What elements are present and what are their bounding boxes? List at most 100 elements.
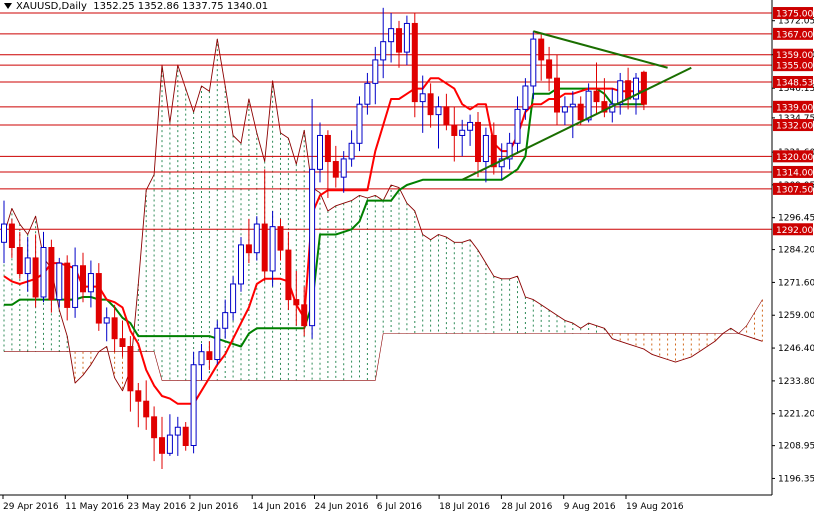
x-tick-label: 19 Aug 2016 <box>626 502 684 512</box>
candle-bull <box>222 299 229 339</box>
candle-body <box>87 273 94 293</box>
candle-bear <box>396 20 402 68</box>
candle-bull <box>403 15 410 66</box>
level-price-tag: 1320.00 <box>773 150 813 163</box>
candle-bear <box>111 304 118 352</box>
candle-body <box>451 124 458 136</box>
candle-body <box>403 22 410 53</box>
candle-body <box>348 142 355 160</box>
candle-bear <box>206 341 213 370</box>
candle-body <box>174 426 181 436</box>
candle-body <box>16 247 23 275</box>
candle-bull <box>56 257 63 308</box>
candle-bull <box>72 247 79 318</box>
candle-body <box>40 247 47 298</box>
candle-body <box>522 85 529 110</box>
level-price-tag: 1292.00 <box>773 223 813 236</box>
candle-body <box>95 273 102 324</box>
senkou-span-a-line <box>3 38 763 392</box>
candle-body <box>56 262 63 301</box>
candle-bull <box>617 72 624 115</box>
candle-bear <box>625 67 632 110</box>
level-tag-label: 1339.00 <box>776 103 813 113</box>
candle-body <box>546 59 553 79</box>
level-price-tag: 1375.00 <box>773 7 813 20</box>
candle-body <box>214 327 221 361</box>
candle-bull <box>482 127 489 183</box>
y-tick-label: 1259.00 <box>778 311 814 321</box>
level-tag-label: 1292.00 <box>776 226 813 236</box>
collapse-triangle-icon[interactable] <box>4 2 12 9</box>
candle-bear <box>451 106 458 162</box>
candle-bear <box>538 33 545 81</box>
candle-body <box>159 437 165 454</box>
candle-bear <box>16 231 23 279</box>
candle-body <box>538 38 545 61</box>
candle-bull <box>348 130 355 167</box>
candle-bull <box>435 96 442 149</box>
level-price-tag: 1348.53 <box>773 75 813 88</box>
candle-body <box>8 223 15 248</box>
candle-body <box>396 28 402 53</box>
candle-body <box>111 317 118 340</box>
candle-body <box>190 364 197 447</box>
level-price-tag: 1307.50 <box>773 182 813 195</box>
candle-bear <box>159 416 165 469</box>
candle-body <box>261 223 268 272</box>
level-tag-label: 1307.50 <box>776 185 813 195</box>
candle-body <box>151 416 158 439</box>
candle-bull <box>166 414 173 456</box>
x-tick-label: 14 Jun 2016 <box>252 502 306 512</box>
y-tick-label: 1271.60 <box>778 278 814 288</box>
level-price-tag: 1355.00 <box>773 59 813 72</box>
candle-bear <box>285 231 292 311</box>
candle-bear <box>151 406 158 462</box>
candle-body <box>222 312 229 329</box>
x-tick-label: 18 Jul 2016 <box>439 502 490 512</box>
candle-body <box>640 71 647 105</box>
candle-body <box>48 247 55 301</box>
candle-bear <box>135 382 142 428</box>
y-tick-label: 1221.20 <box>778 410 814 420</box>
candle-bull <box>522 78 529 120</box>
candle-bear <box>95 263 102 331</box>
candle-bear <box>261 169 268 282</box>
candle-body <box>419 93 426 103</box>
ohlc-readout: 1352.25 1352.86 1337.75 1340.01 <box>93 1 269 12</box>
candle-body <box>482 134 489 163</box>
level-tag-label: 1314.00 <box>776 168 813 178</box>
candle-bull <box>1 200 7 264</box>
x-tick-label: 9 Aug 2016 <box>564 502 616 512</box>
level-price-tag: 1339.00 <box>773 100 813 113</box>
y-tick-label: 1208.95 <box>778 442 814 452</box>
candle-bear <box>546 46 553 92</box>
candle-body <box>277 226 284 251</box>
candle-bull <box>467 114 474 146</box>
candle-bear <box>8 218 15 258</box>
candle-body <box>127 346 134 392</box>
candle-bull <box>174 416 181 456</box>
candle-body <box>1 223 7 243</box>
candle-bear <box>324 130 331 198</box>
candle-bull <box>269 211 276 287</box>
symbol-label: XAUUSD,Daily <box>16 1 87 12</box>
candle-body <box>24 257 31 275</box>
candle-body <box>166 434 173 454</box>
candle-body <box>135 390 142 402</box>
x-tick-label: 23 May 2016 <box>128 502 187 512</box>
candle-body <box>72 265 79 308</box>
candle-body <box>182 426 189 446</box>
x-tick-label: 24 Jun 2016 <box>315 502 369 512</box>
level-tag-label: 1367.00 <box>776 30 813 40</box>
candle-body <box>459 129 466 136</box>
triangle-trendline <box>461 66 692 181</box>
candle-bull <box>190 351 197 454</box>
candle-body <box>625 80 632 100</box>
candle-body <box>554 77 560 113</box>
price-chart: 1372.051359.001346.151334.751321.601309.… <box>0 0 814 512</box>
candle-bull <box>506 132 513 170</box>
candle-body <box>411 22 418 103</box>
candle-bull <box>40 231 47 303</box>
y-tick-label: 1196.35 <box>778 474 814 484</box>
candle-bear <box>475 112 481 178</box>
